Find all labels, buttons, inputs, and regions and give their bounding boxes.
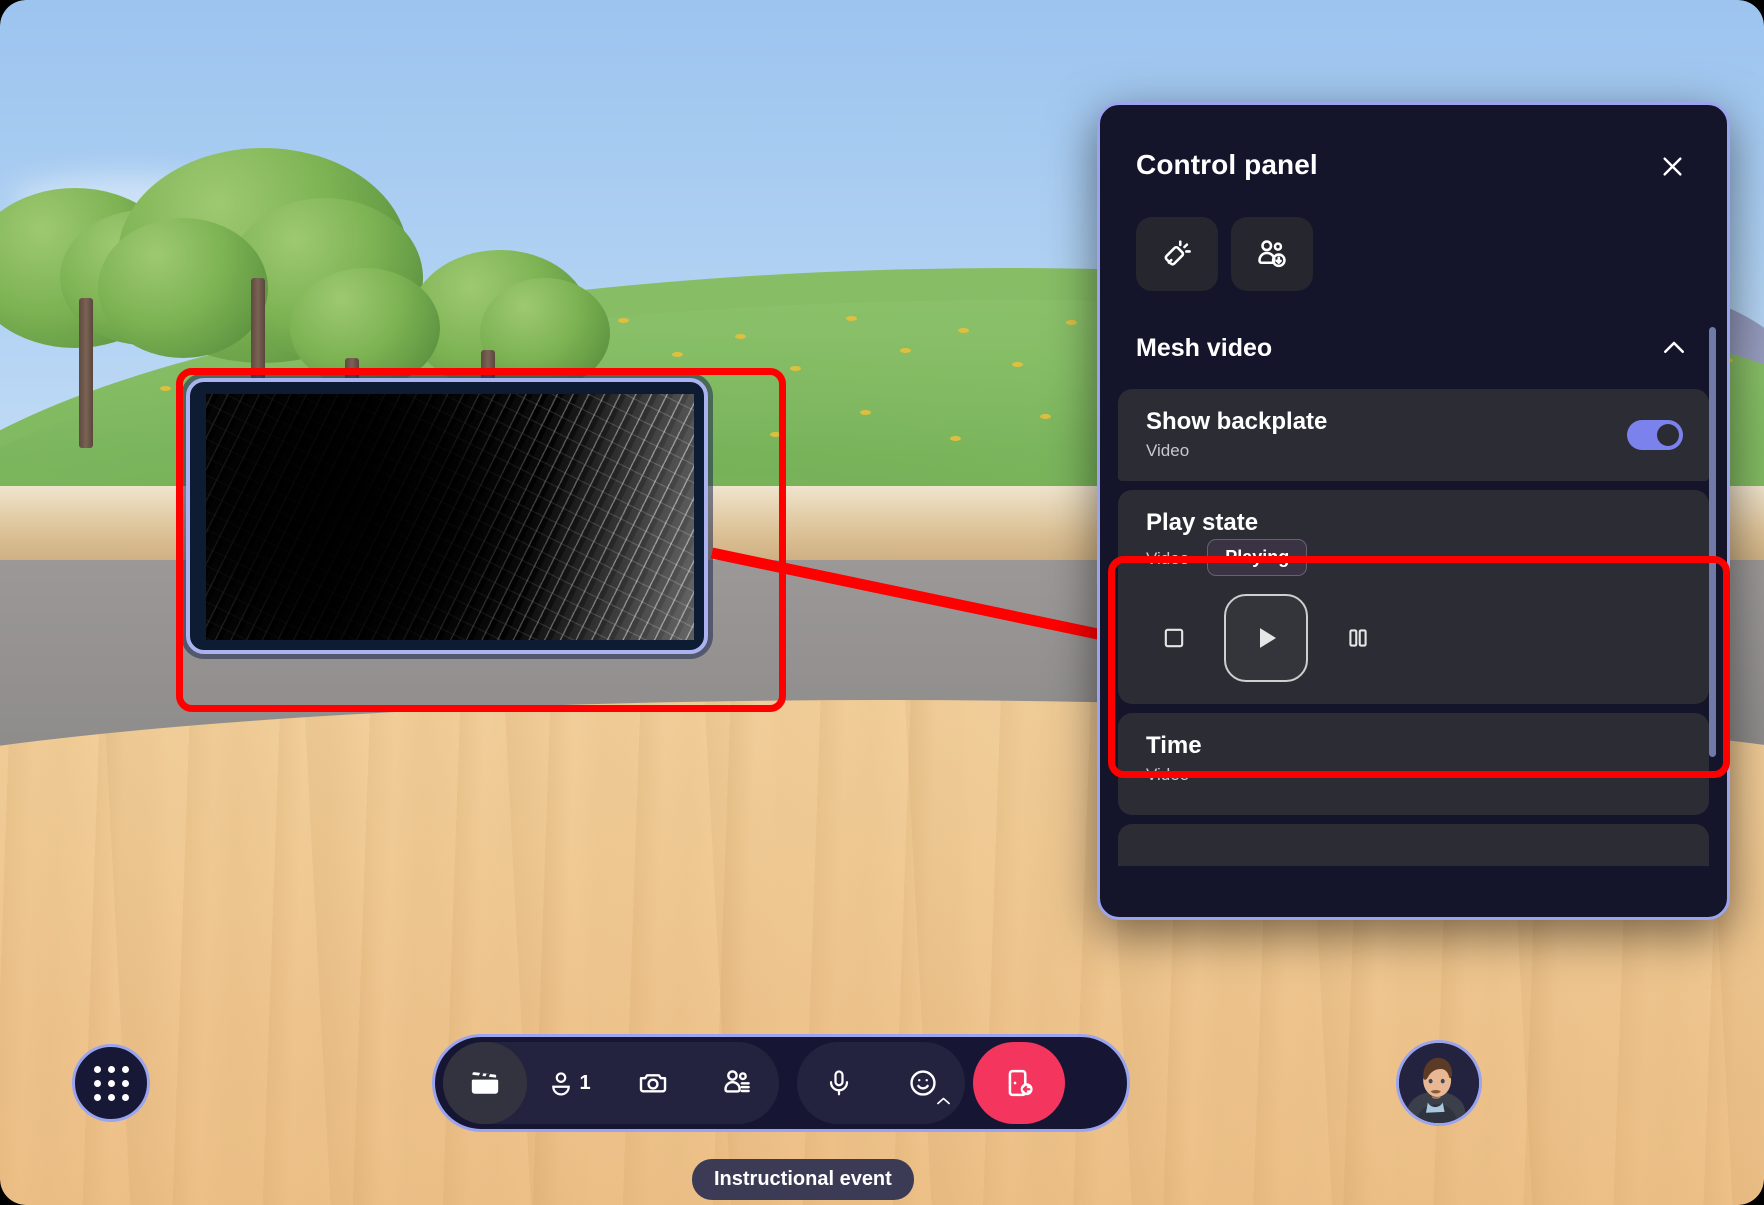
property-label: Time [1146,731,1202,759]
toggle-knob [1657,423,1679,446]
leave-event-button[interactable] [973,1042,1065,1124]
pause-icon[interactable] [1336,616,1380,660]
transport-controls [1146,593,1683,682]
avatar [1399,1043,1479,1123]
stop-icon[interactable] [1152,616,1196,660]
control-panel-body: Mesh video Show backplate Video Play sta… [1100,319,1727,879]
toolbar-group-media [797,1042,965,1124]
people-roster-button[interactable] [695,1042,779,1124]
section-title: Mesh video [1136,333,1273,362]
flower [846,316,857,321]
flower [1012,362,1023,367]
property-label: Show backplate [1146,408,1328,435]
flower [1040,414,1051,419]
event-tools-button[interactable] [443,1042,527,1124]
flower [860,410,871,415]
property-show-backplate[interactable]: Show backplate Video [1118,389,1709,481]
control-panel-header: Control panel [1100,105,1727,187]
reactions-button[interactable] [881,1042,965,1124]
flower [672,352,683,357]
property-source: Video [1146,548,1190,568]
participant-count: 1 [579,1071,591,1094]
property-time[interactable]: Time Video [1118,712,1709,815]
play-icon[interactable] [1224,593,1308,682]
page-title: Control panel [1136,149,1318,180]
flower [958,328,969,333]
mesh-video-screen[interactable] [186,378,708,654]
close-icon[interactable] [1651,145,1693,187]
chevron-up-icon [936,1095,951,1108]
chevron-up-icon[interactable] [1659,333,1689,363]
control-panel[interactable]: Control panel Mesh video Show backplate … [1097,102,1730,920]
property-sub-row: Video Playing [1146,537,1683,576]
property-source: Video [1146,764,1190,784]
property-partial-next[interactable] [1118,823,1709,866]
camera-button[interactable] [611,1042,695,1124]
people-audio-icon[interactable] [1231,217,1313,291]
toolbar-group-primary: 1 [443,1042,779,1124]
flower [770,432,781,437]
video-surface [206,394,694,640]
toolbar-tooltip: Instructional event [692,1159,914,1200]
bottom-toolbar: 1 [432,1034,1130,1132]
control-panel-tools [1100,187,1727,291]
property-source: Video [1146,440,1190,460]
property-label: Play state [1146,508,1259,536]
flower [790,366,801,371]
megaphone-icon[interactable] [1136,217,1218,291]
flower [900,348,911,353]
panel-scrollbar[interactable] [1709,327,1716,757]
participants-button[interactable]: 1 [527,1042,611,1124]
property-play-state[interactable]: Play state Video Playing [1118,489,1709,704]
microphone-button[interactable] [797,1042,881,1124]
show-backplate-toggle[interactable] [1627,419,1683,450]
flower [950,436,961,441]
screenshot-root: Control panel Mesh video Show backplate … [0,0,1764,1205]
mesh-video-section-header[interactable]: Mesh video [1118,319,1709,389]
flower [735,334,746,339]
user-avatar[interactable] [1396,1040,1482,1126]
video-content-shading [206,394,694,640]
flower [1066,320,1077,325]
grid-dots-icon [93,1065,129,1101]
app-launcher[interactable] [72,1044,150,1122]
status-badge: Playing [1207,538,1308,576]
